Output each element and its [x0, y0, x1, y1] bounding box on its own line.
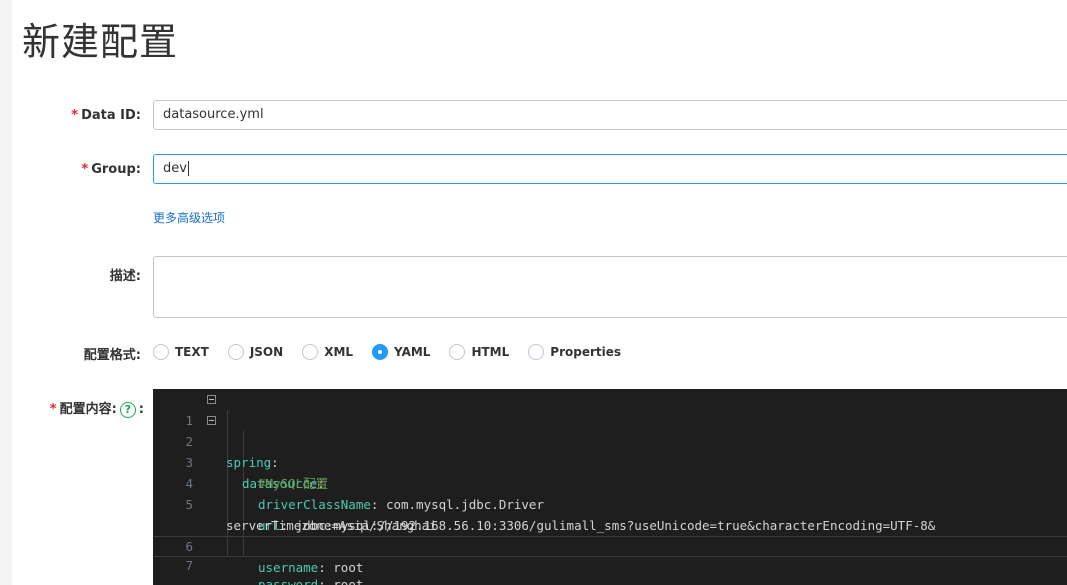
editor-line-5-wrap: serverTimezone=Asia/Shanghai	[153, 494, 1067, 533]
line-number: 7	[185, 558, 193, 573]
yaml-value: root	[325, 560, 364, 575]
left-sidebar-edge	[0, 0, 12, 585]
yaml-key: password	[258, 577, 319, 585]
content-label-colon: :	[138, 402, 144, 417]
code-editor[interactable]: 1 spring: 2 datasource: 3 #MySQL配置 4 dri…	[153, 389, 1067, 585]
page-title: 新建配置	[22, 20, 179, 64]
group-value: dev	[163, 161, 187, 176]
editor-line-5: 5 url: jdbc:mysql://192.168.56.10:3306/g…	[153, 473, 1067, 533]
required-mark: *	[71, 108, 79, 123]
fold-toggle-icon[interactable]	[207, 395, 216, 404]
yaml-sep: :	[318, 560, 326, 575]
text-caret	[187, 161, 189, 176]
fold-toggle-icon[interactable]	[207, 416, 216, 425]
editor-line-2: 2 datasource:	[153, 410, 1067, 491]
help-icon[interactable]: ?	[119, 401, 136, 418]
radio-circle[interactable]	[449, 344, 466, 360]
editor-line-1: 1 spring:	[153, 389, 1067, 470]
content-label-text: 配置内容:	[59, 402, 117, 417]
group-input[interactable]: dev	[153, 154, 1067, 184]
data-id-input[interactable]: datasource.yml	[153, 100, 1067, 130]
radio-label: YAML	[394, 345, 431, 359]
yaml-value: root	[325, 577, 364, 585]
editor-line-6: 6 username: root	[153, 515, 1067, 575]
group-label: * Group:	[81, 162, 141, 177]
required-mark: *	[81, 162, 89, 177]
radio-label: XML	[324, 345, 354, 359]
required-mark: *	[49, 402, 57, 417]
group-label-text: Group:	[91, 162, 141, 177]
radio-label: JSON	[249, 345, 284, 359]
yaml-key: username	[258, 560, 319, 575]
format-option-html[interactable]: HTML	[449, 344, 509, 360]
format-option-properties[interactable]: Properties	[528, 344, 621, 360]
format-radio-group: TEXT JSON XML YAML HTML Properties	[153, 341, 640, 363]
code-text: password: root	[258, 575, 363, 585]
format-label-text: 配置格式:	[83, 348, 141, 363]
content-label: * 配置内容:?:	[50, 398, 144, 418]
radio-circle[interactable]	[528, 344, 545, 360]
description-label-text: 描述:	[109, 269, 141, 284]
format-option-xml[interactable]: XML	[302, 344, 353, 360]
data-id-label: * Data ID:	[71, 108, 141, 123]
editor-line-7: 7 password: root	[153, 536, 1067, 585]
description-textarea[interactable]	[153, 256, 1067, 318]
format-option-json[interactable]: JSON	[227, 344, 284, 360]
format-option-text[interactable]: TEXT	[153, 344, 209, 360]
radio-circle[interactable]	[302, 344, 319, 360]
description-label: 描述:	[110, 265, 141, 284]
data-id-value: datasource.yml	[163, 107, 264, 122]
format-option-yaml[interactable]: YAML	[372, 344, 430, 360]
data-id-label-text: Data ID:	[81, 108, 141, 123]
editor-line-4: 4 driverClassName: com.mysql.jdbc.Driver	[153, 452, 1067, 512]
radio-circle-checked[interactable]	[372, 344, 389, 360]
yaml-sep: :	[318, 577, 326, 585]
radio-label: TEXT	[175, 345, 209, 359]
more-advanced-options-link[interactable]: 更多高级选项	[153, 209, 225, 226]
radio-label: Properties	[550, 345, 622, 359]
radio-circle[interactable]	[227, 344, 244, 360]
radio-circle[interactable]	[153, 344, 169, 360]
format-label: 配置格式:	[84, 344, 141, 363]
radio-label: HTML	[471, 345, 510, 359]
new-config-page: 新建配置 * Data ID: datasource.yml * Group: de…	[0, 0, 1067, 585]
editor-line-3: 3 #MySQL配置	[153, 431, 1067, 491]
